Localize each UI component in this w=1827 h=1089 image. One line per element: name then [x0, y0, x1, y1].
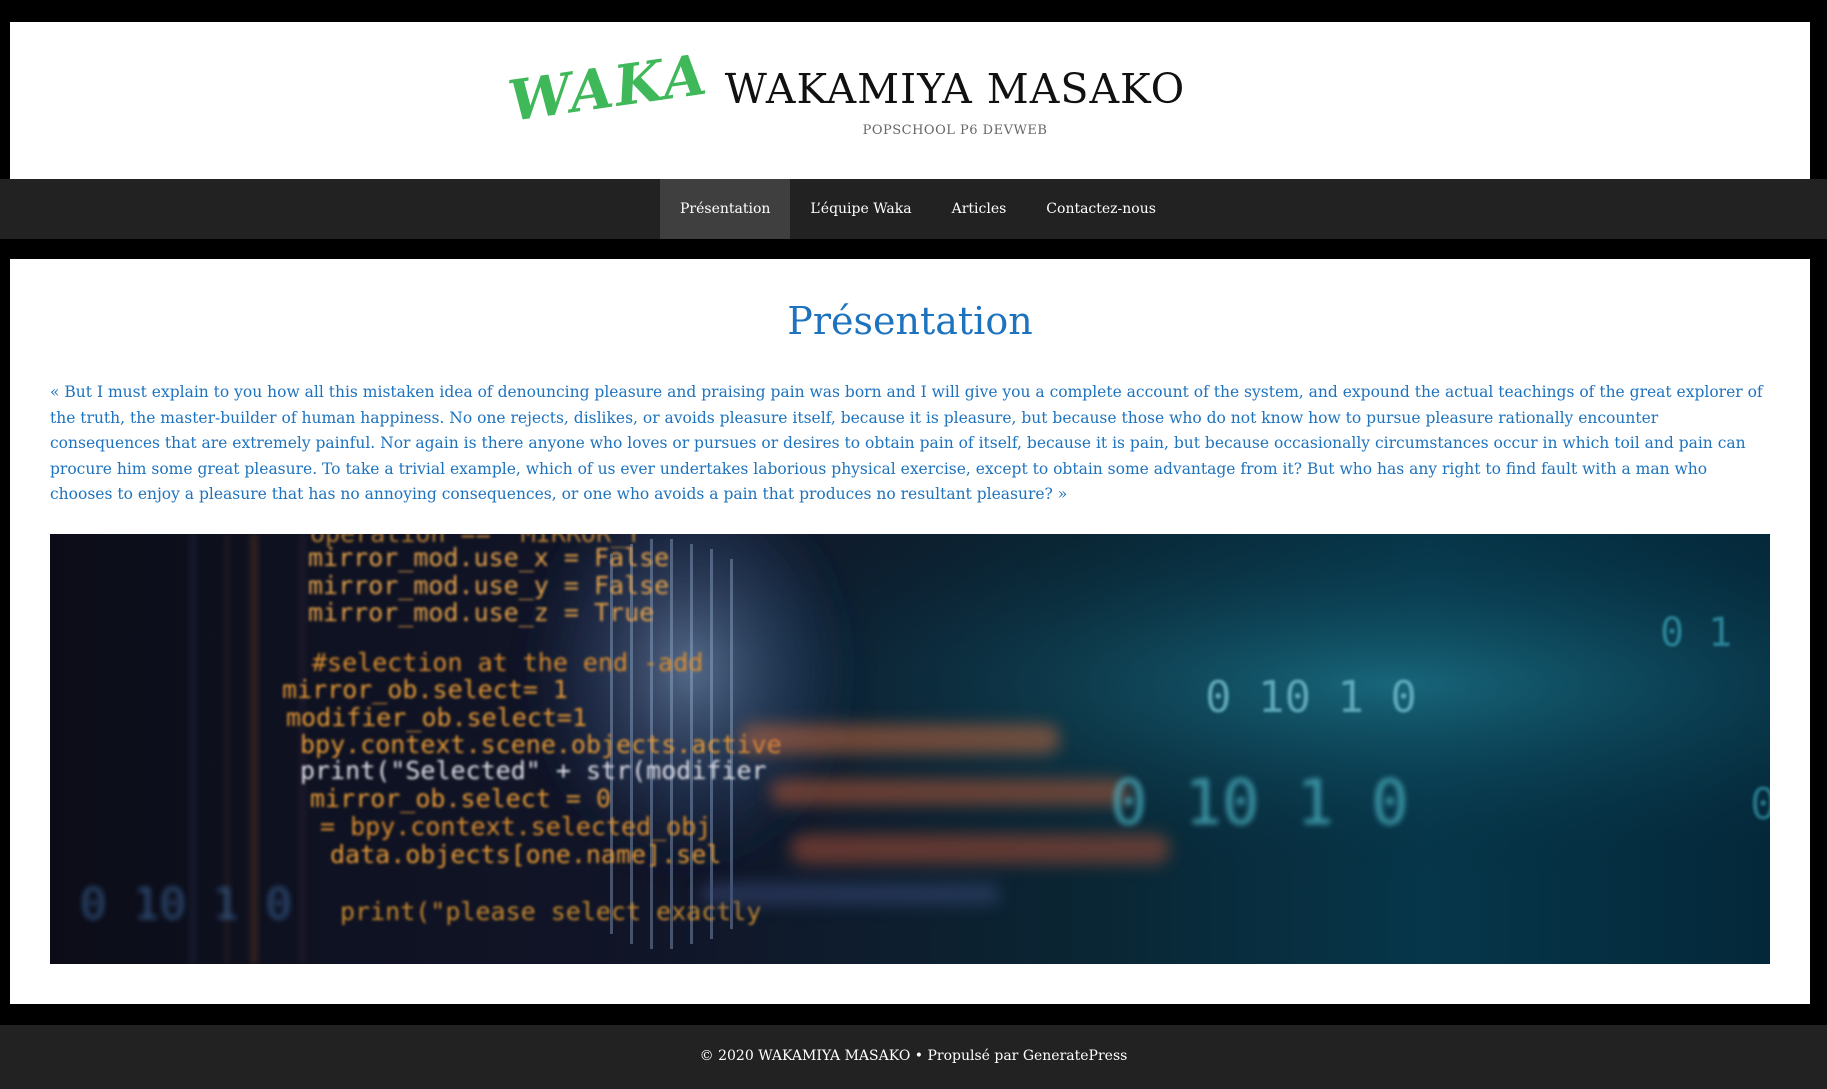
nav-item-equipe-waka[interactable]: L’équipe Waka: [790, 179, 931, 239]
page: WAKA WAKAMIYA MASAKO POPSCHOOL P6 DEVWEB…: [0, 0, 1827, 1089]
hero-code-line: print("please select exactly: [340, 897, 761, 926]
hero-code-line: mirror_ob.select = 0: [310, 784, 611, 813]
main-content: Présentation « But I must explain to you…: [10, 259, 1810, 1004]
main-navigation: Présentation L’équipe Waka Articles Cont…: [0, 179, 1827, 239]
site-header: WAKA WAKAMIYA MASAKO POPSCHOOL P6 DEVWEB: [10, 22, 1810, 179]
hero-binary-row: 0 1: [1660, 610, 1732, 656]
entry-paragraph: « But I must explain to you how all this…: [50, 383, 1763, 503]
nav-item-presentation[interactable]: Présentation: [660, 179, 791, 239]
hero-code-line: print("Selected" + str(modifier: [300, 756, 767, 785]
hero-code-line: mirror_ob.select= 1: [282, 675, 568, 704]
hero-code-line: mirror_mod.use_y = False: [308, 571, 669, 600]
nav-item-articles[interactable]: Articles: [932, 179, 1027, 239]
site-footer: © 2020 WAKAMIYA MASAKO • Propulsé par Ge…: [0, 1025, 1827, 1089]
hero-illustration: operation == "MIRROR_Y" mirror_mod.use_x…: [50, 534, 1770, 964]
site-description: POPSCHOOL P6 DEVWEB: [862, 122, 1048, 138]
hero-binary-row: 0 10 1 0: [1110, 766, 1409, 839]
hero-binary-row: 0 10 1 0: [80, 879, 292, 930]
hero-code-line: bpy.context.scene.objects.active: [300, 730, 782, 759]
logo-text[interactable]: WAKA: [504, 41, 712, 134]
footer-copyright: © 2020 WAKAMIYA MASAKO • Propulsé par Ge…: [699, 1048, 1128, 1064]
hero-code-line: mirror_mod.use_x = False: [308, 543, 669, 572]
page-title: Présentation: [787, 299, 1033, 343]
nav-menu: Présentation L’équipe Waka Articles Cont…: [660, 179, 1176, 239]
svg-text:0: 0: [1750, 779, 1770, 830]
title-block: WAKAMIYA MASAKO POPSCHOOL P6 DEVWEB: [725, 63, 1185, 138]
hero-code-line: mirror_mod.use_z = True: [308, 598, 654, 627]
site-title[interactable]: WAKAMIYA MASAKO: [725, 67, 1185, 112]
hero-code-line: modifier_ob.select=1: [286, 703, 587, 732]
hero-binary-row: 0 10 1 0: [1205, 672, 1417, 723]
hero-code-line: data.objects[one.name].sel: [330, 840, 721, 869]
hero-code-line: = bpy.context.selected_obj: [320, 812, 711, 841]
hero-image: operation == "MIRROR_Y" mirror_mod.use_x…: [50, 534, 1770, 964]
hero-code-line: #selection at the end -add: [312, 648, 703, 677]
site-logo[interactable]: WAKA: [504, 41, 712, 151]
nav-item-contactez-nous[interactable]: Contactez-nous: [1026, 179, 1176, 239]
site-branding: WAKA WAKAMIYA MASAKO POPSCHOOL P6 DEVWEB: [10, 22, 1810, 179]
